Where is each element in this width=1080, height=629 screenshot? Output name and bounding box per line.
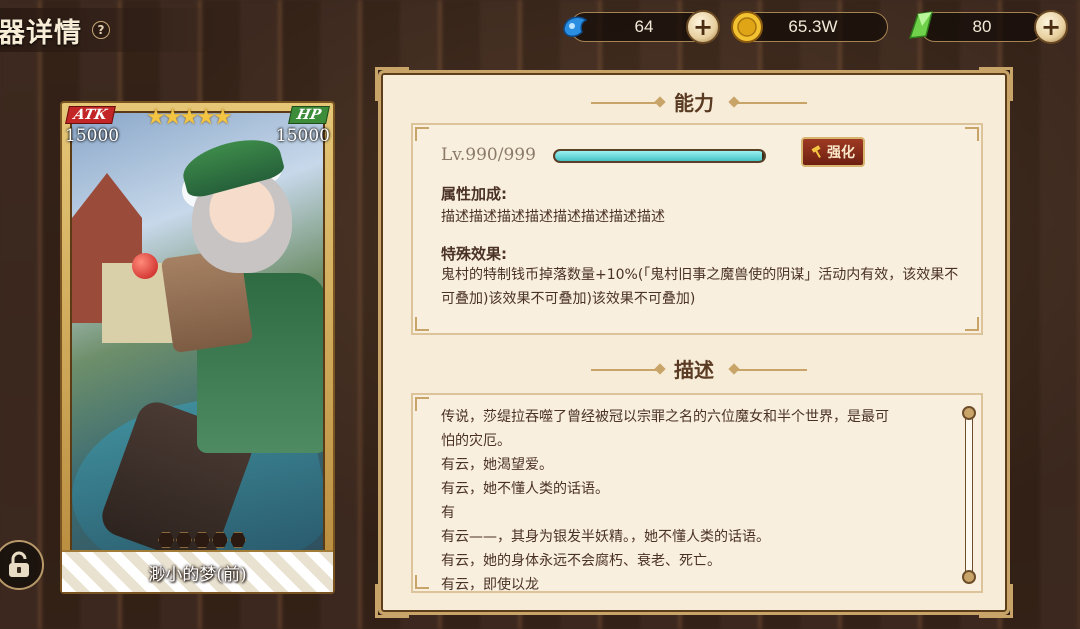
scroll-bottom-knob	[962, 570, 976, 584]
description-line: 传说，莎缇拉吞噬了曾经被冠以宗罪之名的六位魔女和半个世界，是最可	[441, 409, 889, 425]
description-scrollbar[interactable]	[962, 406, 976, 584]
atk-value: 15000	[65, 126, 120, 146]
description-line: 有云，她不懂人类的话语。	[441, 481, 609, 497]
hp-value: 15000	[275, 126, 330, 146]
currency-green-crystal-value: 80	[972, 17, 992, 36]
special-text: 鬼村的特制钱币掉落数量+10%(「鬼村旧事之魔兽使的阴谋」活动内有效，该效果不可…	[441, 267, 959, 307]
currency-blue-gem-value: 64	[634, 17, 654, 36]
star-rating: ★★★★★	[146, 105, 233, 130]
detail-panel: 能力 Lv.990/999 强化 属性加成: 描述描述描述描述描述描述描述描述 …	[375, 67, 1013, 618]
level-progress-fill	[555, 151, 762, 161]
description-line: 有云，即使以龙	[441, 577, 539, 593]
ability-box: Lv.990/999 强化 属性加成: 描述描述描述描述描述描述描述描述 特殊效…	[411, 123, 983, 335]
special-title: 特殊效果:	[441, 245, 507, 263]
level-text: Lv.990/999	[441, 145, 536, 165]
atk-label: ATK	[65, 106, 116, 124]
currency-gold-coin-value: 65.3W	[788, 17, 838, 36]
card-name: 渺小的梦(前)	[148, 564, 247, 585]
lock-icon	[9, 551, 29, 577]
hp-label: HP	[288, 106, 330, 124]
page-title: 器详情	[0, 17, 82, 49]
title-bar: 器详情 ?	[0, 8, 230, 52]
apple-icon	[132, 253, 158, 279]
ability-section-title: 能力	[674, 91, 714, 115]
description-line: 有云，她渴望爱。	[441, 457, 553, 473]
enhance-button-label: 强化	[827, 145, 855, 161]
add-green-crystal-button[interactable]: +	[1034, 10, 1068, 44]
card-artwork	[70, 111, 325, 584]
gem-slot	[176, 532, 192, 548]
gem-slots	[158, 532, 246, 548]
gem-slot	[158, 532, 174, 548]
hammer-icon	[811, 145, 821, 158]
gem-slot	[194, 532, 210, 548]
gem-slot	[230, 532, 246, 548]
attr-text: 描述描述描述描述描述描述描述描述	[441, 209, 665, 225]
add-blue-gem-button[interactable]: +	[686, 10, 720, 44]
green-crystal-icon	[908, 11, 933, 39]
description-section-title: 描述	[674, 358, 714, 382]
description-line: 怕的灾厄。	[441, 433, 511, 449]
enhance-button[interactable]: 强化	[801, 137, 865, 167]
gem-slot	[212, 532, 228, 548]
gold-coin-icon	[731, 11, 763, 43]
question-icon[interactable]: ?	[92, 21, 110, 39]
attr-title: 属性加成:	[441, 185, 507, 203]
scroll-top-knob	[962, 406, 976, 420]
equipment-card[interactable]: ATK 15000 ★★★★★ HP 15000 渺小的梦(前)	[60, 101, 335, 594]
description-line: 有云，她的身体永远不会腐朽、衰老、死亡。	[441, 553, 721, 569]
description-box[interactable]: 传说，莎缇拉吞噬了曾经被冠以宗罪之名的六位魔女和半个世界，是最可 怕的灾厄。 有…	[411, 393, 983, 593]
blue-gem-icon	[563, 16, 588, 37]
level-progress-bar	[553, 149, 766, 163]
description-text: 传说，莎缇拉吞噬了曾经被冠以宗罪之名的六位魔女和半个世界，是最可 怕的灾厄。 有…	[441, 405, 941, 593]
description-line: 有	[441, 505, 455, 521]
description-line: 有云——，其身为银发半妖精。，她不懂人类的话语。	[441, 529, 770, 545]
card-name-bar: 渺小的梦(前)	[62, 550, 333, 592]
